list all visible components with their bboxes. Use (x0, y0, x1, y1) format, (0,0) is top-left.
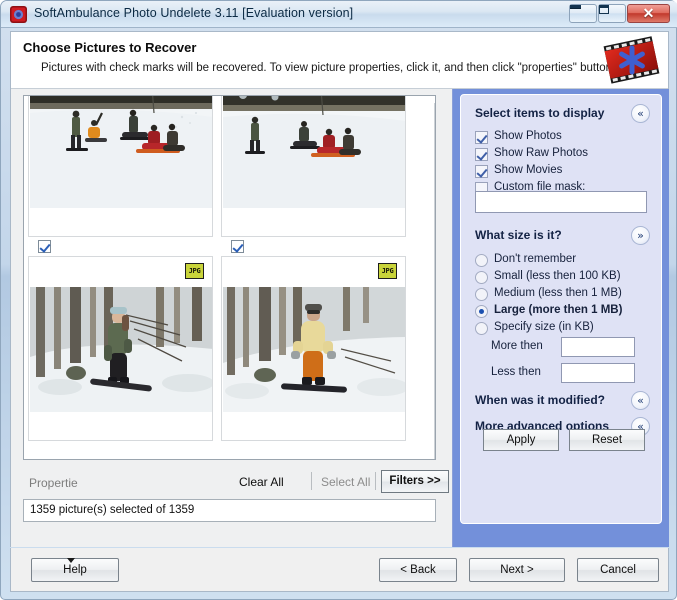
apply-button[interactable]: Apply (483, 429, 559, 451)
thumbnail-item[interactable]: JPG (28, 96, 217, 256)
radio-label: Don't remember (494, 253, 577, 265)
scroll-up-arrow-icon[interactable] (435, 103, 436, 118)
thumbnail-frame[interactable]: JPG (221, 96, 406, 237)
client-area: Choose Pictures to Recover Pictures with… (10, 31, 669, 547)
thumbnail-image (223, 287, 405, 412)
maximize-icon (599, 5, 609, 14)
filter-panel: Select items to display « Show Photos Sh… (460, 94, 662, 524)
thumbnail-frame[interactable]: JPG (28, 256, 213, 441)
application-window: SoftAmbulance Photo Undelete 3.11 [Evalu… (0, 0, 677, 600)
group-title-what-size: What size is it? (475, 228, 562, 242)
radio-circle (475, 322, 488, 335)
less-then-label: Less then (491, 366, 541, 378)
checkbox-box (475, 165, 488, 178)
chevron-up-icon: « (637, 394, 644, 407)
filters-sidebar: Select items to display « Show Photos Sh… (452, 89, 669, 547)
properties-button[interactable]: Propertie (29, 476, 78, 490)
close-button[interactable]: ✕ (627, 4, 670, 23)
toolbar-divider (311, 472, 312, 490)
title-bar: SoftAmbulance Photo Undelete 3.11 [Evalu… (1, 1, 677, 28)
collapse-toggle-select-items[interactable]: « (631, 104, 650, 123)
group-title-select-items: Select items to display (475, 106, 605, 120)
thumbnail-checkbox[interactable] (38, 240, 51, 253)
chevron-down-icon (67, 558, 75, 563)
more-then-label: More then (491, 340, 543, 352)
page-header: Choose Pictures to Recover Pictures with… (11, 32, 668, 89)
chevron-down-icon: » (637, 229, 644, 242)
page-title: Choose Pictures to Recover (23, 40, 197, 55)
radio-label: Large (more then 1 MB) (494, 304, 623, 316)
radio-label: Medium (less then 1 MB) (494, 287, 622, 299)
wizard-footer: Help < Back Next > Cancel (10, 548, 669, 592)
film-strip-asterisk-logo (603, 36, 660, 84)
minimize-button[interactable] (569, 4, 597, 23)
help-button[interactable]: Help (31, 558, 119, 582)
checkbox-box (475, 131, 488, 144)
thumbnail-pane: JPG JPG Propertie Clear All Select All F… (11, 89, 452, 547)
clear-all-button[interactable]: Clear All (239, 475, 284, 489)
group-title-when-modified: When was it modified? (475, 393, 606, 407)
minimize-icon (570, 5, 581, 9)
page-subtitle: Pictures with check marks will be recove… (41, 62, 616, 74)
thumbnail-checkbox[interactable] (231, 240, 244, 253)
reset-button[interactable]: Reset (569, 429, 645, 451)
thumbnail-image (30, 96, 212, 208)
select-all-button[interactable]: Select All (321, 475, 370, 489)
window-title: SoftAmbulance Photo Undelete 3.11 [Evalu… (34, 6, 354, 20)
less-then-input[interactable] (561, 363, 635, 383)
collapse-toggle-what-size[interactable]: » (631, 226, 650, 245)
thumbnail-image (30, 287, 212, 412)
next-button[interactable]: Next > (469, 558, 565, 582)
thumbnail-toolbar: Propertie Clear All Select All Filters >… (23, 467, 449, 499)
thumbnail-frame[interactable]: JPG (28, 96, 213, 237)
back-button[interactable]: < Back (379, 558, 457, 582)
scrollbar-thumb[interactable] (435, 131, 436, 159)
radio-label: Small (less then 100 KB) (494, 270, 621, 282)
thumbnail-item[interactable]: JPG (28, 256, 217, 459)
checkbox-label: Show Photos (494, 130, 562, 142)
file-type-badge: JPG (185, 263, 204, 279)
thumbnail-scrollbar[interactable] (434, 103, 436, 460)
filters-button[interactable]: Filters >> (381, 470, 449, 493)
chevron-up-icon: « (637, 107, 644, 120)
thumbnail-item[interactable]: JPG (221, 256, 410, 459)
checkbox-label: Show Raw Photos (494, 147, 588, 159)
thumbnail-image (223, 96, 405, 208)
cancel-button[interactable]: Cancel (577, 558, 659, 582)
selection-status: 1359 picture(s) selected of 1359 (23, 499, 436, 522)
thumbnail-frame[interactable]: JPG (221, 256, 406, 441)
custom-file-mask-input[interactable] (475, 191, 647, 213)
file-type-badge: JPG (378, 263, 397, 279)
thumbnail-list[interactable]: JPG JPG (23, 95, 436, 460)
collapse-toggle-when-modified[interactable]: « (631, 391, 650, 410)
maximize-button[interactable] (598, 4, 626, 23)
close-icon: ✕ (642, 5, 655, 21)
toolbar-divider (375, 472, 376, 490)
scroll-down-arrow-icon[interactable] (435, 451, 436, 460)
radio-circle (475, 305, 488, 318)
radio-circle (475, 254, 488, 267)
checkbox-label: Show Movies (494, 164, 563, 176)
checkbox-box (475, 148, 488, 161)
radio-label: Specify size (in KB) (494, 321, 594, 333)
more-then-input[interactable] (561, 337, 635, 357)
app-logo-icon (10, 6, 27, 23)
radio-circle (475, 271, 488, 284)
thumbnail-item[interactable]: JPG (221, 96, 410, 256)
radio-circle (475, 288, 488, 301)
